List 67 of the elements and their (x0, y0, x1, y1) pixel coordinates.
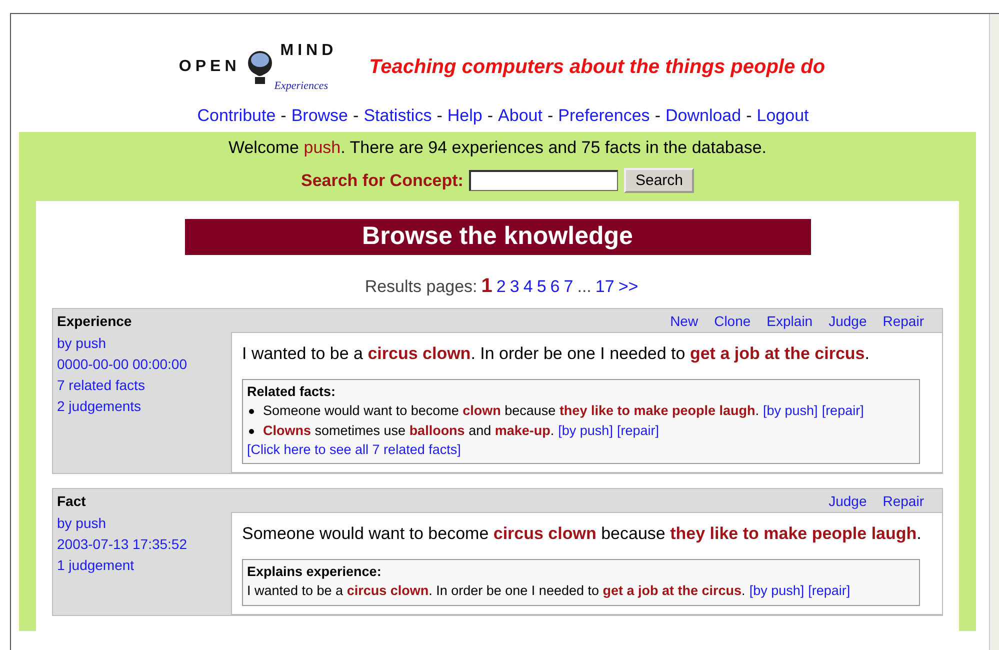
meta-link[interactable]: 2 judgements (57, 396, 227, 417)
more-link[interactable]: [Click here to see all 7 related facts] (247, 441, 461, 459)
action-link[interactable]: Repair (882, 313, 924, 329)
nav-link[interactable]: Statistics (364, 106, 432, 126)
fact-link[interactable]: [by push] (763, 401, 818, 421)
meta-link[interactable]: 0000-00-00 00:00:00 (57, 354, 227, 375)
separator: - (547, 106, 554, 126)
nav-link[interactable]: Preferences (558, 106, 650, 126)
separator: - (487, 106, 494, 126)
action-link[interactable]: Judge (828, 313, 867, 329)
page-link[interactable]: 7 (564, 277, 574, 297)
fact-link[interactable]: [by push] (558, 421, 613, 441)
meta-link[interactable]: by push (57, 333, 227, 354)
entry-heading: Fact (57, 493, 86, 509)
logo-subtitle: Experiences (274, 80, 329, 92)
fact-link[interactable]: [repair] (822, 401, 864, 421)
fact-link[interactable]: [repair] (616, 421, 659, 441)
box-title: Related facts: (247, 384, 337, 399)
meta-link[interactable]: 7 related facts (57, 375, 227, 396)
fact-text: I wanted to be a circus clown. In order be one I needed to get a job at the circus. (247, 582, 746, 600)
page-link[interactable]: >> (618, 277, 638, 297)
page-link[interactable]: 5 (536, 277, 546, 297)
ellipsis: ... (577, 277, 592, 297)
page-link[interactable]: 2 (496, 277, 506, 297)
action-link[interactable]: Judge (828, 493, 867, 509)
search-button[interactable]: Search (624, 168, 694, 193)
search-field[interactable] (469, 170, 618, 191)
page-link[interactable]: 17 (595, 277, 614, 297)
box-title: Explains experience: (247, 564, 382, 579)
separator: - (746, 106, 752, 126)
separator: - (436, 106, 442, 126)
entry-text: I wanted to be a circus clown. In order be one I needed to get a job at the circus. (242, 343, 870, 365)
nav-link[interactable]: Help (447, 106, 482, 126)
meta-link[interactable]: 1 judgement (57, 555, 227, 576)
fact-text: Someone would want to become clown because they like to make people laugh. (263, 402, 760, 420)
page-link[interactable]: 1 (481, 275, 492, 298)
fact-text: Clowns sometimes use balloons and make-up. (263, 422, 554, 440)
nav-link[interactable]: About (498, 106, 542, 126)
action-link[interactable]: Clone (714, 313, 751, 329)
action-link[interactable]: Explain (766, 313, 813, 329)
entry-heading: Experience (57, 313, 132, 329)
fact-link[interactable]: [by push] (749, 581, 804, 601)
tagline: Teaching computers about the things people do (369, 56, 826, 78)
separator: - (654, 106, 660, 126)
bullet-icon (249, 408, 254, 414)
meta-link[interactable]: 2003-07-13 17:35:52 (57, 534, 227, 555)
action-link[interactable]: New (670, 313, 698, 329)
page-title: Browse the knowledge (184, 219, 810, 255)
bullet-icon (249, 428, 254, 434)
separator: - (353, 106, 359, 126)
nav-link[interactable]: Contribute (197, 106, 276, 126)
nav-link[interactable]: Download (665, 106, 742, 126)
page-link[interactable]: 6 (550, 277, 560, 297)
action-link[interactable]: Repair (882, 493, 924, 509)
logo-text: MIND (280, 42, 338, 60)
welcome-text: Welcome push. There are 94 experiences and 75 facts in the database. (227, 138, 768, 158)
fact-link[interactable]: [repair] (808, 581, 850, 601)
search-label: Search for Concept: (300, 170, 464, 190)
logo-text: OPEN (178, 58, 240, 76)
pages-label: Results pages: (364, 277, 478, 297)
nav-link[interactable]: Logout (756, 106, 809, 126)
page-link[interactable]: 4 (523, 277, 533, 297)
nav-link[interactable]: Browse (291, 106, 348, 126)
separator: - (280, 106, 286, 126)
entry-text: Someone would want to become circus clown because they like to make people laugh. (242, 523, 922, 545)
page-link[interactable]: 3 (510, 277, 520, 297)
meta-link[interactable]: by push (57, 513, 227, 534)
